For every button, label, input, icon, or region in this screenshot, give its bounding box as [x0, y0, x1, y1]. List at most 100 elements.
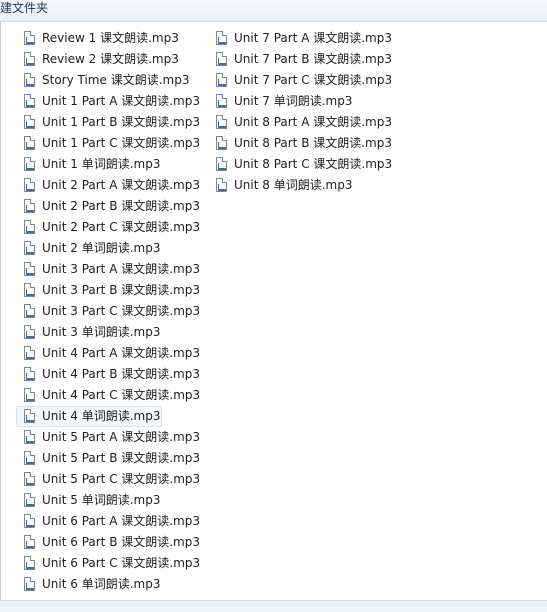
file-item[interactable]: Unit 8 Part C 课文朗读.mp3 [212, 154, 392, 175]
audio-file-icon [24, 199, 35, 213]
file-item[interactable]: Unit 6 Part A 课文朗读.mp3 [20, 511, 200, 532]
file-item[interactable]: Unit 1 单词朗读.mp3 [20, 154, 200, 175]
file-item[interactable]: Unit 7 单词朗读.mp3 [212, 91, 392, 112]
audio-file-icon [216, 136, 227, 150]
file-name: Unit 1 Part B 课文朗读.mp3 [42, 115, 200, 129]
file-name: Unit 8 Part A 课文朗读.mp3 [234, 115, 392, 129]
audio-file-icon [24, 367, 35, 381]
file-item[interactable]: Unit 3 Part C 课文朗读.mp3 [20, 301, 200, 322]
audio-file-icon [24, 136, 35, 150]
file-name: Unit 3 单词朗读.mp3 [42, 325, 161, 339]
file-item[interactable]: Unit 2 Part A 课文朗读.mp3 [20, 175, 200, 196]
file-name: Unit 8 单词朗读.mp3 [234, 178, 353, 192]
file-item[interactable]: Unit 6 Part C 课文朗读.mp3 [20, 553, 200, 574]
audio-file-icon [216, 178, 227, 192]
file-item[interactable]: Story Time 课文朗读.mp3 [20, 70, 200, 91]
file-item[interactable]: Unit 1 Part C 课文朗读.mp3 [20, 133, 200, 154]
audio-file-icon [24, 556, 35, 570]
file-name: Unit 5 Part B 课文朗读.mp3 [42, 451, 200, 465]
audio-file-icon [24, 472, 35, 486]
file-item[interactable]: Review 1 课文朗读.mp3 [20, 28, 200, 49]
audio-file-icon [216, 73, 227, 87]
file-item[interactable]: Review 2 课文朗读.mp3 [20, 49, 200, 70]
file-item[interactable]: Unit 6 Part B 课文朗读.mp3 [20, 532, 200, 553]
file-item[interactable]: Unit 4 Part C 课文朗读.mp3 [20, 385, 200, 406]
file-name: Unit 3 Part A 课文朗读.mp3 [42, 262, 200, 276]
audio-file-icon [24, 73, 35, 87]
audio-file-icon [24, 409, 35, 423]
audio-file-icon [24, 514, 35, 528]
file-name: Unit 8 Part C 课文朗读.mp3 [234, 157, 393, 171]
audio-file-icon [24, 115, 35, 129]
file-item[interactable]: Unit 5 Part B 课文朗读.mp3 [20, 448, 200, 469]
audio-file-icon [24, 577, 35, 591]
audio-file-icon [24, 388, 35, 402]
audio-file-icon [24, 220, 35, 234]
file-name: Unit 3 Part B 课文朗读.mp3 [42, 283, 200, 297]
file-item[interactable]: Unit 7 Part B 课文朗读.mp3 [212, 49, 392, 70]
file-name: Unit 6 Part C 课文朗读.mp3 [42, 556, 201, 570]
audio-file-icon [216, 31, 227, 45]
audio-file-icon [24, 241, 35, 255]
file-name: Unit 7 Part C 课文朗读.mp3 [234, 73, 393, 87]
status-bar [0, 600, 547, 612]
file-item[interactable]: Unit 8 单词朗读.mp3 [212, 175, 392, 196]
pane-divider [0, 22, 1, 602]
file-column-1: Review 1 课文朗读.mp3 Review 2 课文朗读.mp3 Story … [16, 28, 200, 595]
audio-file-icon [24, 304, 35, 318]
file-item[interactable]: Unit 7 Part C 课文朗读.mp3 [212, 70, 392, 91]
file-item[interactable]: Unit 2 Part B 课文朗读.mp3 [20, 196, 200, 217]
file-item[interactable]: Unit 2 单词朗读.mp3 [20, 238, 200, 259]
file-name: Unit 4 Part C 课文朗读.mp3 [42, 388, 201, 402]
file-item[interactable]: Unit 5 Part C 课文朗读.mp3 [20, 469, 200, 490]
file-name: Review 2 课文朗读.mp3 [42, 52, 179, 66]
audio-file-icon [216, 52, 227, 66]
file-item[interactable]: Unit 5 单词朗读.mp3 [20, 490, 200, 511]
file-name: Unit 2 Part C 课文朗读.mp3 [42, 220, 201, 234]
file-name: Unit 5 Part C 课文朗读.mp3 [42, 472, 201, 486]
file-name: Unit 2 单词朗读.mp3 [42, 241, 161, 255]
file-item[interactable]: Unit 7 Part A 课文朗读.mp3 [212, 28, 392, 49]
file-name: Unit 2 Part B 课文朗读.mp3 [42, 199, 200, 213]
audio-file-icon [24, 31, 35, 45]
file-name: Unit 8 Part B 课文朗读.mp3 [234, 136, 392, 150]
file-item[interactable]: Unit 4 Part B 课文朗读.mp3 [20, 364, 200, 385]
new-folder-button[interactable]: 建文件夹 [0, 0, 50, 20]
audio-file-icon [24, 52, 35, 66]
file-name: Unit 6 Part B 课文朗读.mp3 [42, 535, 200, 549]
file-column-2: Unit 7 Part A 课文朗读.mp3 Unit 7 Part B 课文朗读… [212, 28, 392, 196]
file-item[interactable]: Unit 8 Part A 课文朗读.mp3 [212, 112, 392, 133]
file-name: Unit 4 Part B 课文朗读.mp3 [42, 367, 200, 381]
file-name: Unit 7 Part A 课文朗读.mp3 [234, 31, 392, 45]
file-item[interactable]: Unit 6 单词朗读.mp3 [20, 574, 200, 595]
audio-file-icon [216, 157, 227, 171]
audio-file-icon [24, 493, 35, 507]
file-item[interactable]: Unit 3 Part B 课文朗读.mp3 [20, 280, 200, 301]
file-item[interactable]: Unit 5 Part A 课文朗读.mp3 [20, 427, 200, 448]
file-name: Review 1 课文朗读.mp3 [42, 31, 179, 45]
file-item[interactable]: Unit 4 Part A 课文朗读.mp3 [20, 343, 200, 364]
file-name: Unit 6 单词朗读.mp3 [42, 577, 161, 591]
file-item[interactable]: Unit 2 Part C 课文朗读.mp3 [20, 217, 200, 238]
file-name: Unit 4 单词朗读.mp3 [42, 409, 161, 423]
file-item[interactable]: Unit 3 单词朗读.mp3 [20, 322, 200, 343]
file-item[interactable]: Unit 4 单词朗读.mp3 [16, 406, 200, 427]
audio-file-icon [24, 157, 35, 171]
file-item[interactable]: Unit 8 Part B 课文朗读.mp3 [212, 133, 392, 154]
audio-file-icon [216, 94, 227, 108]
audio-file-icon [24, 451, 35, 465]
audio-file-icon [24, 178, 35, 192]
file-name: Unit 4 Part A 课文朗读.mp3 [42, 346, 200, 360]
audio-file-icon [24, 346, 35, 360]
file-name: Unit 5 单词朗读.mp3 [42, 493, 161, 507]
file-item[interactable]: Unit 1 Part B 课文朗读.mp3 [20, 112, 200, 133]
file-item[interactable]: Unit 1 Part A 课文朗读.mp3 [20, 91, 200, 112]
audio-file-icon [216, 115, 227, 129]
audio-file-icon [24, 325, 35, 339]
file-name: Unit 2 Part A 课文朗读.mp3 [42, 178, 200, 192]
audio-file-icon [24, 535, 35, 549]
toolbar: 建文件夹 [0, 0, 547, 22]
file-item[interactable]: Unit 3 Part A 课文朗读.mp3 [20, 259, 200, 280]
file-name: Unit 7 单词朗读.mp3 [234, 94, 353, 108]
file-name: Story Time 课文朗读.mp3 [42, 73, 190, 87]
